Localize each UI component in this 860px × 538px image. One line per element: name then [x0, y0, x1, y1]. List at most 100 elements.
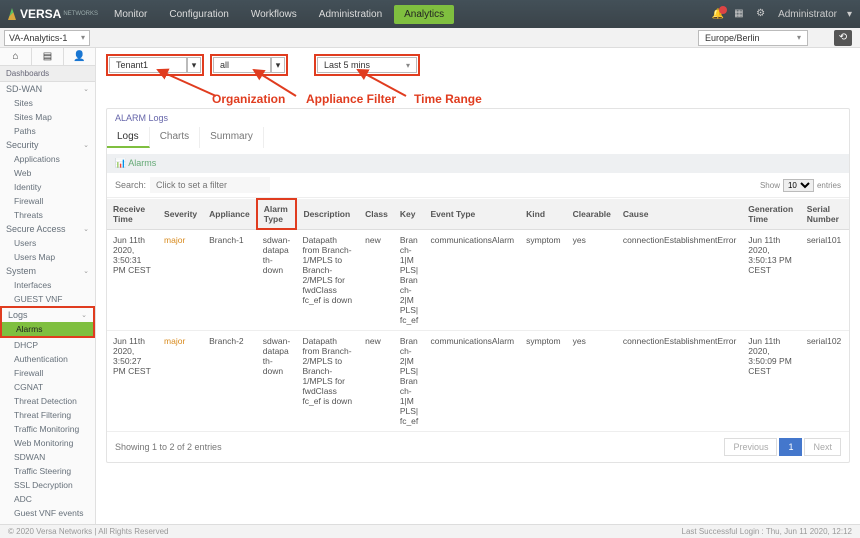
gear-icon[interactable]: ⚙ — [756, 8, 768, 20]
col-serial[interactable]: Serial Number — [801, 199, 849, 229]
sidebar-group-label: Logs — [8, 310, 28, 320]
pager-current[interactable]: 1 — [779, 438, 802, 456]
col-event-type[interactable]: Event Type — [425, 199, 521, 229]
home-icon[interactable]: ⌂ — [0, 48, 32, 65]
timezone-value: Europe/Berlin — [705, 33, 760, 43]
table-row[interactable]: Jun 11th 2020, 3:50:27 PM CESTmajorBranc… — [107, 330, 849, 431]
appliance-select[interactable]: all — [213, 57, 271, 73]
col-description[interactable]: Description — [296, 199, 359, 229]
sidebar-item-cgnat[interactable]: CGNAT — [0, 380, 95, 394]
col-key[interactable]: Key — [394, 199, 425, 229]
sidebar-item-identity[interactable]: Identity — [0, 180, 95, 194]
sidebar-item-guestvnf[interactable]: GUEST VNF — [0, 292, 95, 306]
col-class[interactable]: Class — [359, 199, 394, 229]
cell: Datapath from Branch-2/MPLS to Branch-1/… — [296, 330, 359, 431]
cell: major — [158, 330, 203, 431]
nav-configuration[interactable]: Configuration — [159, 5, 238, 24]
sidebar-item-guest-vnf-events[interactable]: Guest VNF events — [0, 506, 95, 520]
user-label[interactable]: Administrator — [778, 9, 837, 20]
sidebar-item-ssl-decryption[interactable]: SSL Decryption — [0, 478, 95, 492]
cell: new — [359, 229, 394, 330]
sidebar-item-adc[interactable]: ADC — [0, 492, 95, 506]
col-clearable[interactable]: Clearable — [567, 199, 617, 229]
header-bar: VERSA NETWORKS Monitor Configuration Wor… — [0, 0, 860, 28]
entries-label: entries — [817, 181, 841, 190]
nav-workflows[interactable]: Workflows — [241, 5, 307, 24]
sidebar-item-threat-filtering[interactable]: Threat Filtering — [0, 408, 95, 422]
user-icon[interactable]: 👤 — [64, 48, 95, 65]
chevron-down-icon: ▾ — [81, 33, 85, 42]
tab-charts[interactable]: Charts — [150, 127, 200, 148]
appliance-dropdown-toggle[interactable]: ▾ — [271, 57, 285, 73]
pager-next[interactable]: Next — [804, 438, 841, 456]
chevron-down-icon: ⌄ — [83, 141, 89, 149]
grid-icon[interactable]: ▦ — [734, 8, 746, 20]
sidebar-item-threats[interactable]: Threats — [0, 208, 95, 222]
tab-summary[interactable]: Summary — [200, 127, 264, 148]
sidebar-item-dns-proxy[interactable]: DNS Proxy — [0, 520, 95, 524]
col-gen-time[interactable]: Generation Time — [742, 199, 800, 229]
tenant-select[interactable]: VA-Analytics-1 ▾ — [4, 30, 90, 46]
sidebar-item-paths[interactable]: Paths — [0, 124, 95, 138]
sidebar-item-firewall-logs[interactable]: Firewall — [0, 366, 95, 380]
cell: serial102 — [801, 330, 849, 431]
list-icon[interactable]: ▤ — [32, 48, 64, 65]
sidebar-item-web[interactable]: Web — [0, 166, 95, 180]
org-select[interactable]: Tenant1 — [109, 57, 187, 73]
col-severity[interactable]: Severity — [158, 199, 203, 229]
nav-analytics[interactable]: Analytics — [394, 5, 454, 24]
sidebar-group-system[interactable]: System⌄ — [0, 264, 95, 278]
sidebar-group-security[interactable]: Security⌄ — [0, 138, 95, 152]
sidebar-item-interfaces[interactable]: Interfaces — [0, 278, 95, 292]
show-select[interactable]: 10 — [783, 179, 814, 192]
sidebar-item-dhcp[interactable]: DHCP — [0, 338, 95, 352]
sidebar-item-sites[interactable]: Sites — [0, 96, 95, 110]
sidebar-item-users[interactable]: Users — [0, 236, 95, 250]
cell: Datapath from Branch-1/MPLS to Branch-2/… — [296, 229, 359, 330]
pager-prev[interactable]: Previous — [724, 438, 777, 456]
sidebar-item-sdwan-logs[interactable]: SDWAN — [0, 450, 95, 464]
sidebar-group-label: Secure Access — [6, 224, 66, 234]
nav-administration[interactable]: Administration — [309, 5, 392, 24]
org-dropdown-toggle[interactable]: ▾ — [187, 57, 201, 73]
col-receive-time[interactable]: Receive Time — [107, 199, 158, 229]
col-appliance[interactable]: Appliance — [203, 199, 257, 229]
panel-title: ALARM Logs — [107, 109, 849, 127]
sidebar-item-traffic-steering[interactable]: Traffic Steering — [0, 464, 95, 478]
timerange-select[interactable]: Last 5 mins ▾ — [317, 57, 417, 73]
appliance-value: all — [220, 60, 229, 70]
org-value: Tenant1 — [116, 60, 148, 70]
nav-monitor[interactable]: Monitor — [104, 5, 157, 24]
sidebar-item-applications[interactable]: Applications — [0, 152, 95, 166]
sidebar-iconrow: ⌂ ▤ 👤 — [0, 48, 95, 66]
sidebar-item-authentication[interactable]: Authentication — [0, 352, 95, 366]
showing-text: Showing 1 to 2 of 2 entries — [115, 442, 222, 452]
sidebar-group-secureaccess[interactable]: Secure Access⌄ — [0, 222, 95, 236]
main-pane: Tenant1 ▾ all ▾ Last 5 mins ▾ — [96, 48, 860, 524]
sidebar-item-usersmap[interactable]: Users Map — [0, 250, 95, 264]
sidebar-item-web-monitoring[interactable]: Web Monitoring — [0, 436, 95, 450]
panel-tabs: Logs Charts Summary — [107, 127, 849, 148]
col-alarm-type[interactable]: Alarm Type — [257, 199, 297, 229]
chevron-down-icon: ⌄ — [81, 311, 87, 319]
sidebar-item-traffic-monitoring[interactable]: Traffic Monitoring — [0, 422, 95, 436]
sidebar-item-firewall[interactable]: Firewall — [0, 194, 95, 208]
annotation-organization: Organization — [212, 92, 285, 106]
refresh-button[interactable]: ⟲ — [834, 30, 852, 46]
tab-logs[interactable]: Logs — [107, 127, 150, 148]
table-row[interactable]: Jun 11th 2020, 3:50:31 PM CESTmajorBranc… — [107, 229, 849, 330]
cell: yes — [567, 229, 617, 330]
sidebar-item-alarms[interactable]: Alarms — [2, 322, 93, 336]
chevron-down-icon[interactable]: ▾ — [847, 9, 852, 20]
col-kind[interactable]: Kind — [520, 199, 566, 229]
sidebar-group-logs[interactable]: Logs ⌄ — [2, 308, 93, 322]
sidebar-item-sitesmap[interactable]: Sites Map — [0, 110, 95, 124]
timezone-select[interactable]: Europe/Berlin ▾ — [698, 30, 808, 46]
cell: major — [158, 229, 203, 330]
sidebar-item-threat-detection[interactable]: Threat Detection — [0, 394, 95, 408]
sidebar-group-sdwan[interactable]: SD-WAN⌄ — [0, 82, 95, 96]
search-input[interactable] — [150, 177, 270, 193]
notification-icon[interactable]: 🔔 — [712, 9, 724, 20]
tenant-value: VA-Analytics-1 — [9, 33, 67, 43]
col-cause[interactable]: Cause — [617, 199, 742, 229]
